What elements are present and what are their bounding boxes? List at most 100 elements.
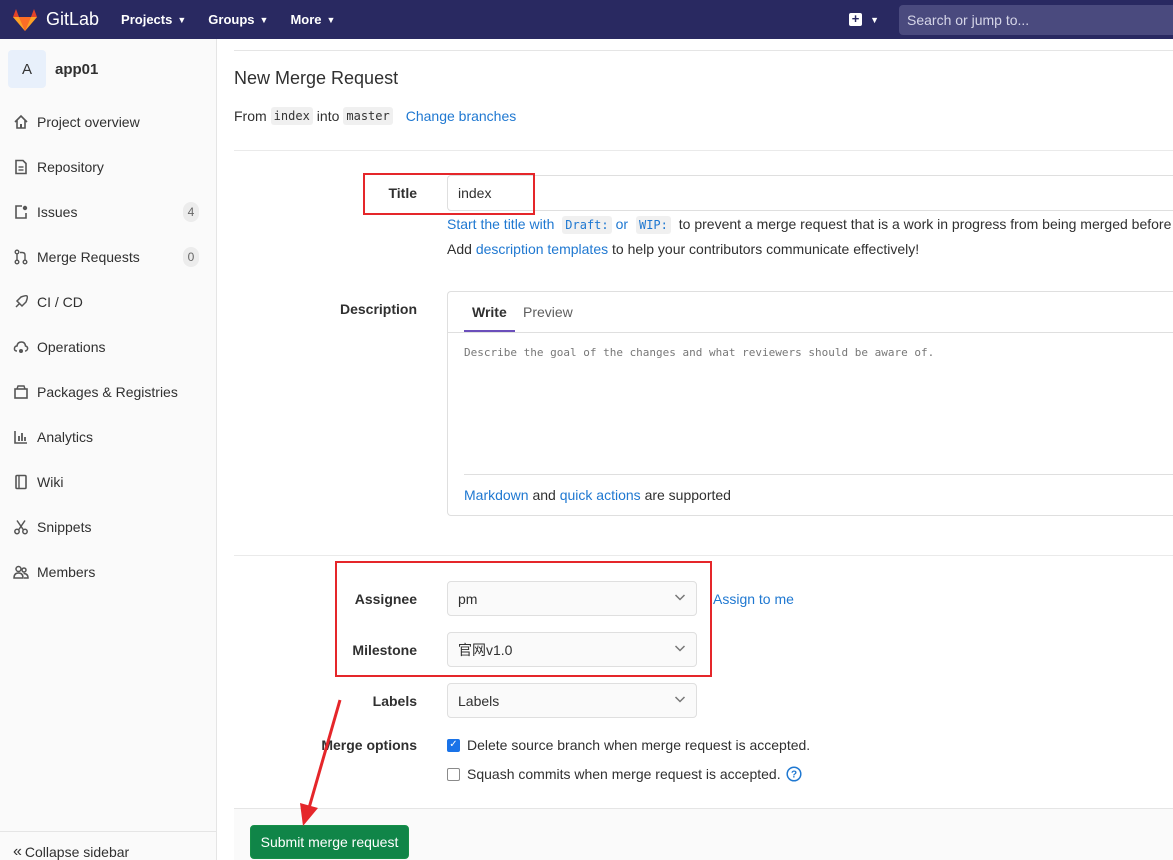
template-hint-prefix: Add — [447, 241, 472, 257]
sidebar-item-label: Packages & Registries — [37, 383, 178, 400]
divider — [234, 50, 1173, 51]
branch-info: From index into master Change branches — [234, 107, 516, 125]
sidebar-item-label: Operations — [37, 338, 106, 355]
page-title: New Merge Request — [234, 68, 399, 88]
labels-value: Labels — [458, 692, 500, 709]
users-icon — [13, 565, 29, 579]
divider — [234, 150, 1173, 151]
svg-text:?: ? — [791, 770, 797, 781]
chevron-down-icon — [674, 696, 686, 703]
project-header[interactable]: A app01 — [0, 39, 216, 99]
wip-code: WIP: — [635, 216, 671, 234]
search-input[interactable]: Search or jump to... — [899, 4, 1173, 35]
draft-hint-link[interactable]: Start the title with Draft: or WIP: — [447, 216, 675, 234]
collapse-sidebar-label: Collapse sidebar — [24, 843, 130, 860]
sidebar-item-label: CI / CD — [37, 293, 83, 310]
gitlab-logo-icon — [13, 8, 37, 31]
divider — [234, 555, 1173, 556]
sidebar-item-label: Issues — [37, 203, 78, 220]
home-icon — [14, 114, 28, 129]
package-icon — [14, 384, 28, 399]
merge-request-icon — [14, 249, 28, 264]
nav-menu: Projects ▼ Groups ▼ More ▼ — [121, 12, 357, 27]
hint-prefix: Start the title with — [447, 216, 555, 232]
project-avatar: A — [8, 50, 46, 88]
issues-icon — [15, 204, 28, 219]
sidebar-item-label: Wiki — [37, 473, 64, 490]
nav-more-label: More — [290, 12, 322, 27]
and-text: and — [532, 487, 556, 503]
description-templates-link[interactable]: description templates — [476, 241, 608, 257]
submit-merge-request-button[interactable]: Submit merge request — [250, 825, 409, 859]
description-textarea[interactable]: Describe the goal of the changes and wha… — [464, 346, 1164, 466]
annotation-highlight-assignee-milestone — [335, 561, 712, 677]
active-tab-indicator — [464, 330, 515, 332]
editor-footer: Markdown and quick actions are supported — [464, 487, 731, 503]
merge-requests-count-badge: 0 — [183, 247, 199, 267]
chevron-down-icon: ▼ — [326, 14, 336, 25]
help-icon[interactable]: ? — [786, 766, 802, 782]
doc-icon — [15, 159, 27, 174]
change-branches-link[interactable]: Change branches — [406, 108, 517, 124]
supported-text: are supported — [644, 487, 731, 503]
nav-projects-label: Projects — [121, 12, 173, 27]
sidebar-item-label: Members — [37, 563, 96, 580]
title-input[interactable]: index — [447, 175, 1173, 211]
sidebar-item-issues[interactable]: Issues 4 — [0, 189, 216, 234]
book-icon — [15, 474, 27, 489]
sidebar-item-wiki[interactable]: Wiki — [0, 459, 216, 504]
double-chevron-left-icon: « — [13, 842, 22, 860]
sidebar-item-label: Snippets — [37, 518, 92, 535]
sidebar-item-analytics[interactable]: Analytics — [0, 414, 216, 459]
sidebar-item-label: Merge Requests — [37, 248, 140, 265]
tab-preview[interactable]: Preview — [523, 304, 573, 320]
editor-tabs: Write Preview — [448, 292, 1173, 333]
quick-actions-link[interactable]: quick actions — [560, 487, 641, 503]
draft-code: Draft: — [562, 216, 612, 234]
nav-groups[interactable]: Groups ▼ — [208, 12, 268, 27]
markdown-link[interactable]: Markdown — [464, 487, 529, 503]
hint-suffix: to prevent a merge request that is a wor… — [678, 216, 1173, 232]
nav-more[interactable]: More ▼ — [290, 12, 335, 27]
source-branch: index — [270, 107, 313, 125]
sidebar-item-members[interactable]: Members — [0, 549, 216, 594]
chevron-down-icon: ▼ — [177, 14, 187, 25]
divider — [464, 474, 1173, 475]
sidebar-item-packages[interactable]: Packages & Registries — [0, 369, 216, 414]
delete-branch-checkbox[interactable]: ✓ — [447, 738, 460, 752]
delete-branch-option: ✓ Delete source branch when merge reques… — [447, 737, 810, 753]
sidebar-item-repository[interactable]: Repository — [0, 144, 216, 189]
brand[interactable]: GitLab — [0, 0, 99, 39]
chevron-down-icon: ▼ — [870, 14, 879, 25]
sidebar-item-merge-requests[interactable]: Merge Requests 0 — [0, 234, 216, 279]
sidebar-item-snippets[interactable]: Snippets — [0, 504, 216, 549]
title-hint: Start the title with Draft: or WIP: to pr… — [447, 216, 1173, 234]
nav-projects[interactable]: Projects ▼ — [121, 12, 186, 27]
rocket-icon — [15, 294, 29, 308]
chevron-down-icon: ▼ — [259, 14, 269, 25]
sidebar-item-operations[interactable]: Operations — [0, 324, 216, 369]
assign-to-me-link[interactable]: Assign to me — [713, 591, 794, 607]
chart-icon — [14, 430, 27, 444]
cloud-gear-icon — [13, 340, 29, 353]
sidebar-item-label: Repository — [37, 158, 104, 175]
into-text: into — [316, 108, 340, 124]
nav-groups-label: Groups — [208, 12, 255, 27]
sidebar-item-ci-cd[interactable]: CI / CD — [0, 279, 216, 324]
annotation-highlight-title — [363, 173, 535, 215]
target-branch: master — [343, 107, 393, 125]
collapse-sidebar-button[interactable]: « Collapse sidebar — [0, 831, 216, 860]
sidebar-item-project-overview[interactable]: Project overview — [0, 99, 216, 144]
new-dropdown-button[interactable]: + ▼ — [849, 12, 879, 26]
template-hint-suffix: to help your contributors communicate ef… — [612, 241, 920, 257]
description-label: Description — [339, 301, 417, 317]
labels-select[interactable]: Labels — [447, 683, 697, 718]
tab-write[interactable]: Write — [472, 304, 507, 320]
squash-checkbox[interactable] — [447, 767, 460, 781]
scissors-icon — [14, 519, 28, 534]
nav-right: + ▼ Search or jump to... — [849, 0, 1173, 39]
plus-icon: + — [849, 12, 863, 26]
template-hint: Add description templates to help your c… — [447, 241, 919, 257]
sidebar-item-label: Project overview — [37, 113, 140, 130]
issues-count-badge: 4 — [183, 202, 199, 222]
